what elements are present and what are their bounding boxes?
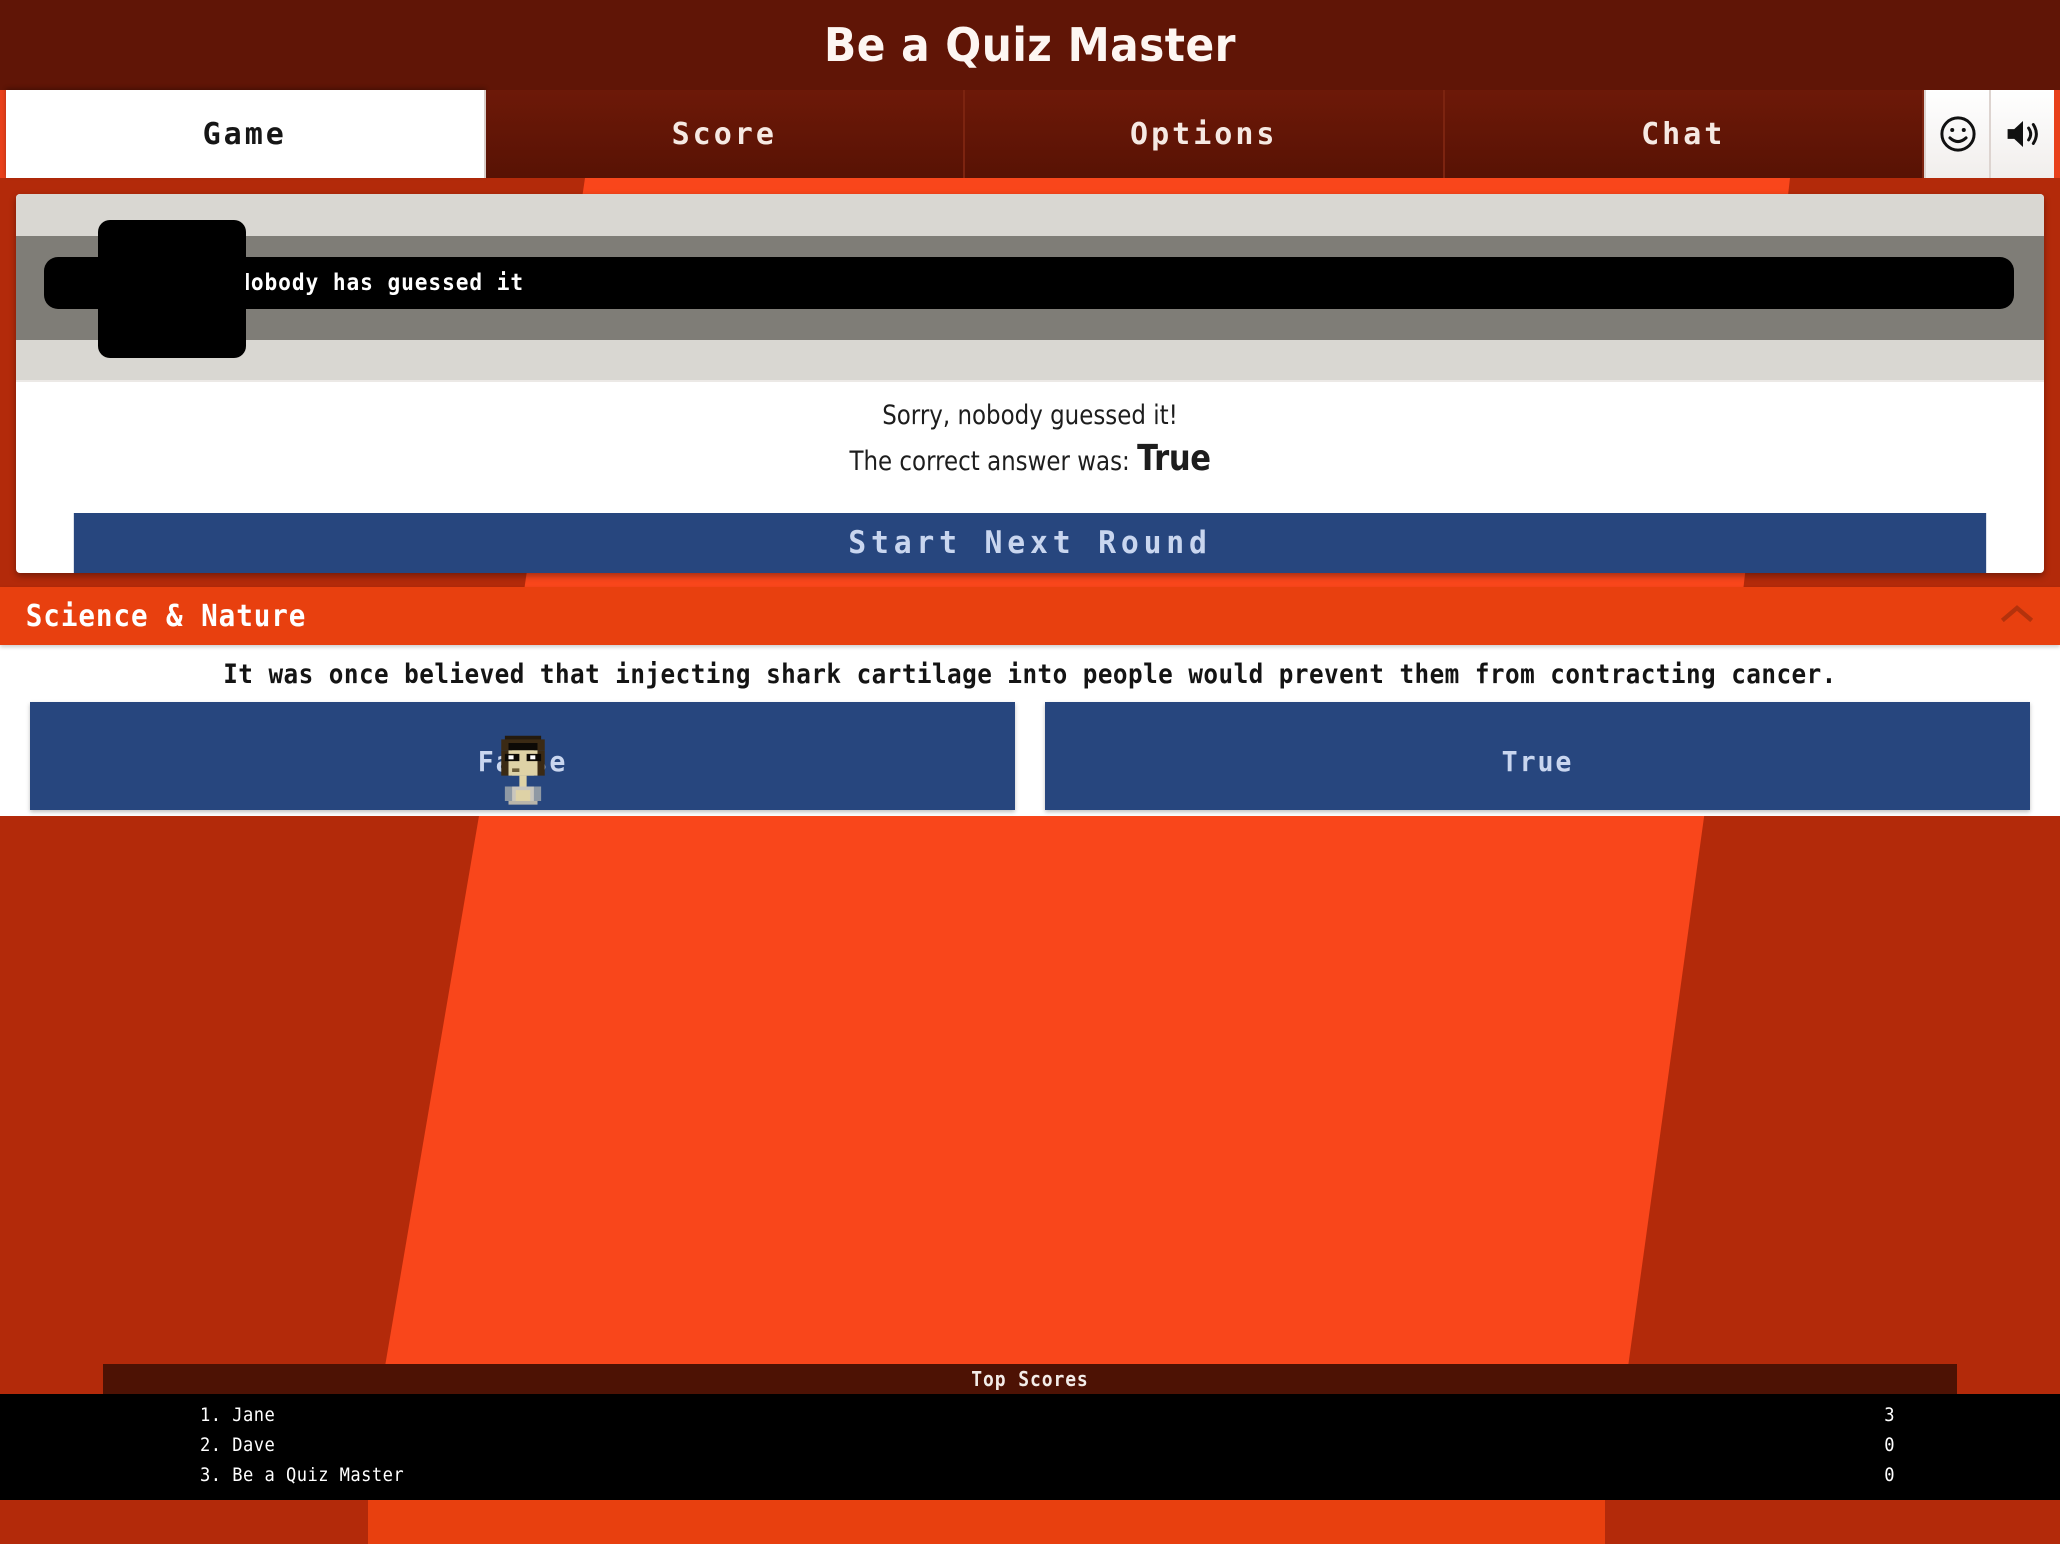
tab-score[interactable]: Score bbox=[485, 90, 965, 178]
smiley-icon bbox=[1939, 116, 1976, 152]
footer-notch-left bbox=[0, 1498, 368, 1544]
tab-game-label: Game bbox=[202, 116, 287, 152]
top-scores-list: 1. Jane 3 2. Dave 0 3. Be a Quiz Master … bbox=[0, 1394, 2060, 1500]
score-row: 1. Jane 3 bbox=[0, 1400, 2060, 1430]
reveal-answer-value: True bbox=[1137, 438, 1211, 479]
question-card: It was once believed that injecting shar… bbox=[0, 645, 2060, 816]
volume-icon bbox=[2007, 121, 2038, 147]
tab-options-label: Options bbox=[1130, 116, 1278, 152]
question-text: It was once believed that injecting shar… bbox=[223, 659, 1837, 690]
score-name: 3. Be a Quiz Master bbox=[200, 1464, 405, 1486]
answer-label-true: True bbox=[1501, 744, 1574, 778]
guess-progress-strip: Nobody has guessed it bbox=[16, 194, 2044, 380]
question-zone: Science & Nature It was once believed th… bbox=[0, 587, 2060, 816]
answer-button-true[interactable]: True bbox=[1045, 702, 2030, 810]
app-title: Be a Quiz Master bbox=[824, 18, 1236, 72]
reveal-answer-prefix: The correct answer was: bbox=[849, 446, 1130, 477]
tab-chat[interactable]: Chat bbox=[1444, 90, 1924, 178]
answer-button-false[interactable]: False bbox=[30, 702, 1015, 810]
app-header: Be a Quiz Master bbox=[0, 0, 2060, 90]
tab-game[interactable]: Game bbox=[6, 90, 486, 178]
start-next-round-button[interactable]: Start Next Round bbox=[73, 513, 1987, 573]
round-result-card: Nobody has guessed it Sorry, nobody gues… bbox=[16, 194, 2044, 573]
smiley-button[interactable] bbox=[1924, 90, 1989, 178]
footer-band bbox=[0, 1498, 2060, 1544]
score-name: 2. Dave bbox=[200, 1434, 276, 1456]
quiz-app-window: Be a Quiz Master Game Score Options Chat bbox=[0, 0, 2060, 1544]
top-scores-heading: Top Scores bbox=[103, 1364, 1957, 1394]
score-name: 1. Jane bbox=[200, 1404, 276, 1426]
player-sprite-avatar bbox=[500, 735, 545, 805]
score-value: 0 bbox=[1884, 1434, 1895, 1456]
category-bar[interactable]: Science & Nature bbox=[0, 587, 2060, 645]
answer-reveal: Sorry, nobody guessed it! The correct an… bbox=[16, 380, 2044, 503]
chevron-up-icon[interactable] bbox=[2000, 603, 2034, 629]
category-label: Science & Nature bbox=[25, 598, 307, 634]
answer-button-group: False bbox=[0, 690, 2060, 810]
tab-bar: Game Score Options Chat bbox=[0, 90, 2060, 178]
volume-button[interactable] bbox=[1989, 90, 2054, 178]
tab-options[interactable]: Options bbox=[965, 90, 1445, 178]
tab-chat-label: Chat bbox=[1641, 116, 1726, 152]
score-row: 2. Dave 0 bbox=[0, 1430, 2060, 1460]
top-scores-panel: Top Scores 1. Jane 3 2. Dave 0 3. Be a Q… bbox=[0, 1364, 2060, 1500]
tab-score-label: Score bbox=[671, 116, 777, 152]
score-value: 0 bbox=[1884, 1464, 1895, 1486]
footer-notch-right bbox=[1605, 1498, 2060, 1544]
reveal-answer-line: The correct answer was: True bbox=[168, 436, 1892, 485]
tab-icon-group bbox=[1924, 90, 2054, 178]
reveal-message: Sorry, nobody guessed it! bbox=[882, 400, 1178, 431]
score-value: 3 bbox=[1884, 1404, 1895, 1426]
score-row: 3. Be a Quiz Master 0 bbox=[0, 1460, 2060, 1490]
guess-status-bar: Nobody has guessed it bbox=[44, 257, 2014, 309]
player-avatar-placeholder bbox=[98, 220, 246, 358]
game-panel: Nobody has guessed it Sorry, nobody gues… bbox=[0, 178, 2060, 573]
